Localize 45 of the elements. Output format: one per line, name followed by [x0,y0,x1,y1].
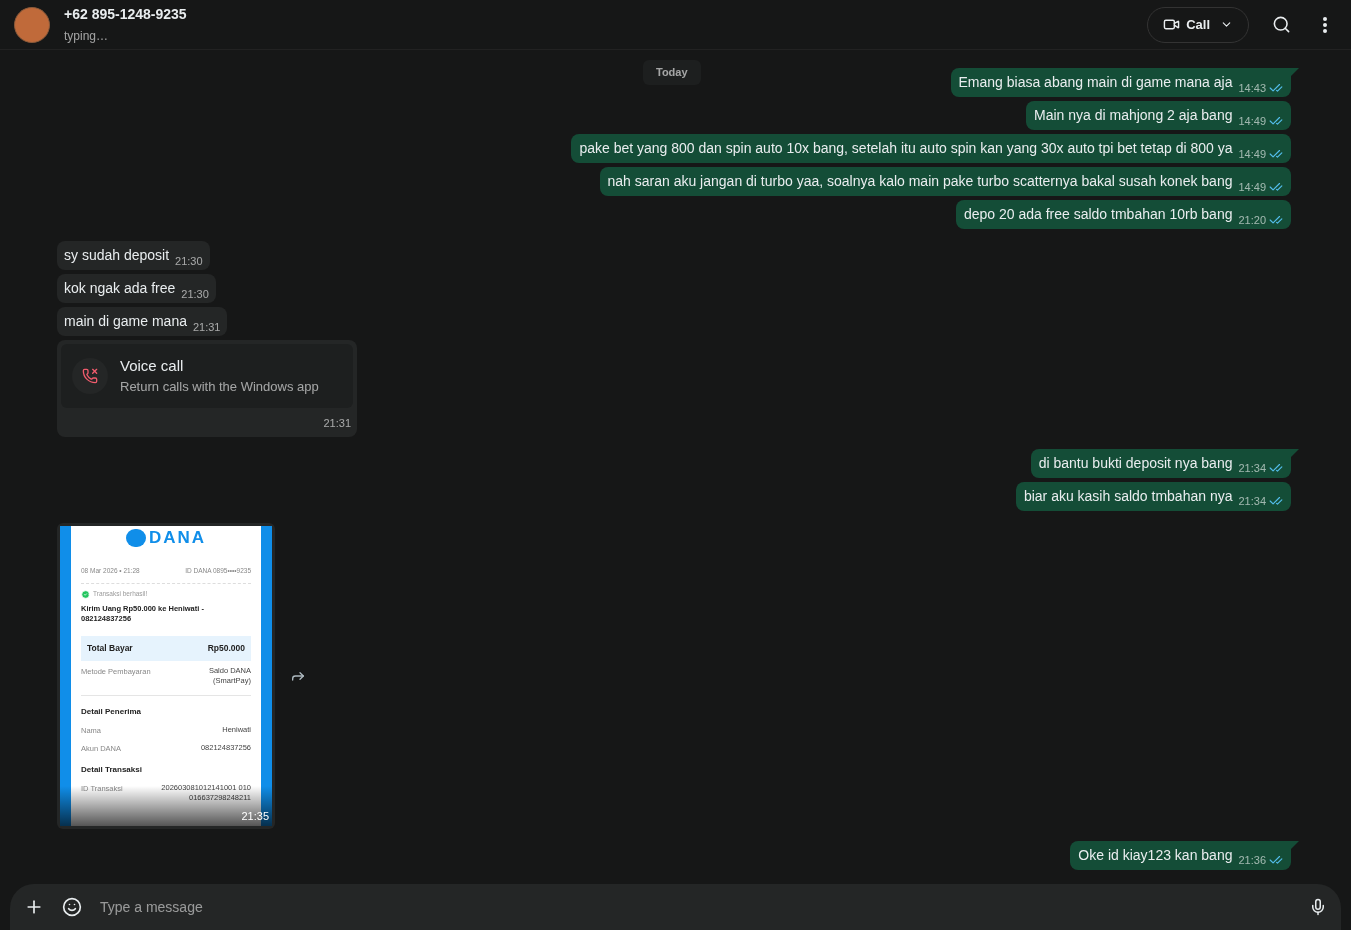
emoji-button[interactable] [62,897,82,917]
message-text: sy sudah deposit [64,246,170,264]
contact-avatar[interactable] [14,6,50,43]
message-time: 14:49 [1238,146,1266,162]
contact-name: +62 895-1248-9235 [64,5,187,24]
message-time: 21:30 [175,253,203,269]
message-time: 21:31 [192,319,221,335]
microphone-button[interactable] [1309,898,1327,916]
emoji-icon [62,897,82,917]
microphone-icon [1309,898,1327,916]
message-time: 21:34 [1238,461,1266,476]
message-text: Emang biasa abang main di game mana aja [958,73,1233,91]
message-composer[interactable]: Type a message [10,884,1341,930]
message-text: biar aku kasih saldo tmbahan nya [1023,486,1233,505]
message-time: 21:31 [323,416,351,431]
message-text: kok ngak ada free [64,279,176,297]
message-time: 14:49 [1238,179,1266,195]
message-text: main di game mana [64,312,187,330]
total-value: Rp50.000 [207,642,245,655]
message-time: 21:34 [1238,494,1266,509]
call-title: Voice call [120,357,185,375]
message-text: Main nya di mahjong 2 aja bang [1034,106,1233,124]
missed-call-icon [72,358,108,394]
message-time: 21:20 [1238,212,1266,228]
total-label: Total Bayar [87,642,133,655]
message-text: depo 20 ada free saldo tmbahan 10rb bang [963,205,1233,223]
search-icon [1271,15,1291,34]
menu-icon [1323,16,1327,33]
success-icon [81,589,90,599]
contact-status: typing… [64,28,110,45]
message-text: di bantu bukti deposit nya bang [1038,453,1233,472]
receipt-section-title: Detail Transaksi [81,764,143,777]
message-time: 14:49 [1238,113,1266,129]
message-text: pake bet yang 800 dan spin auto 10x bang, setelah itu auto spin kan yang 30x auto tpi bet tetap di 800 ya [579,139,1233,157]
date-label: Today [643,60,701,85]
logo-icon [125,528,146,547]
message-text: nah saran aku jangan di turbo yaa, soalnya kalo main pake turbo scatternya bakal susah konek bang [607,172,1233,190]
message-time: 21:36 [1238,853,1266,868]
message-time: 21:30 [181,286,209,302]
logo-text: DANA [148,527,207,548]
message-time: 14:43 [1238,80,1266,96]
call-subtitle: Return calls with the Windows app [120,379,319,395]
receipt-section-title: Detail Penerima [81,705,143,718]
message-input[interactable]: Type a message [100,896,1291,918]
message-text: Oke id kiay123 kan bang [1078,845,1233,864]
